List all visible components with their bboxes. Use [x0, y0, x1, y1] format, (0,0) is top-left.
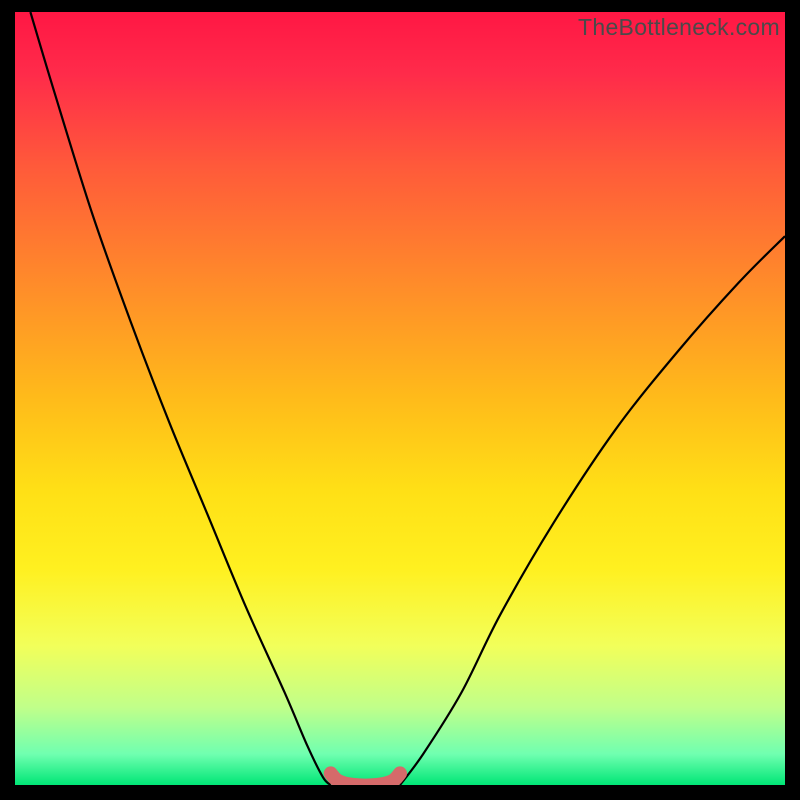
- watermark-text: TheBottleneck.com: [578, 14, 780, 41]
- chart-frame: [15, 12, 785, 785]
- gradient-background: [15, 12, 785, 785]
- plot-svg: [15, 12, 785, 785]
